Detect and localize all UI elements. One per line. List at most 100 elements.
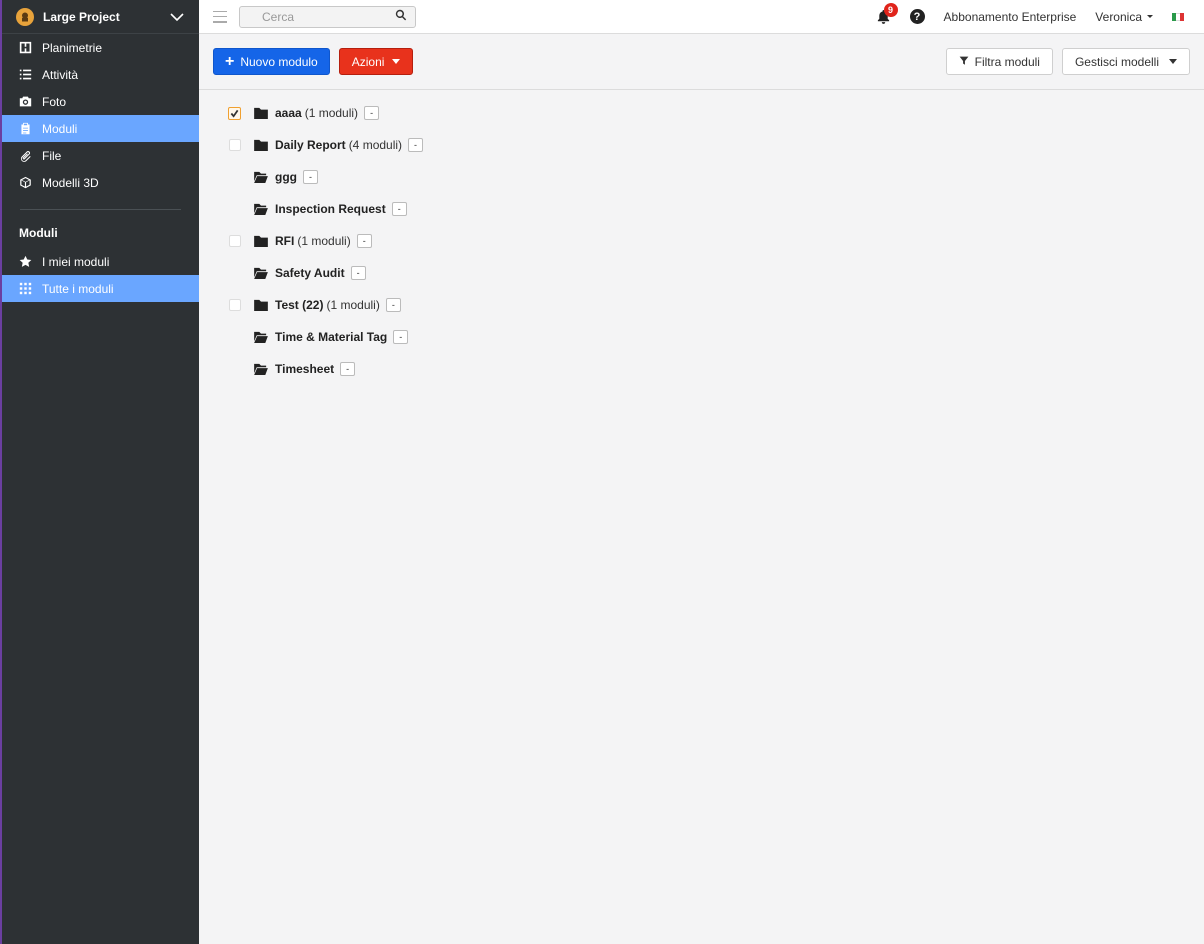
actions-label: Azioni: [351, 54, 385, 69]
floorplan-icon: [18, 41, 32, 55]
plus-icon: +: [225, 52, 235, 70]
folder-name[interactable]: Timesheet: [275, 362, 334, 376]
filter-label: Filtra moduli: [974, 54, 1040, 69]
list-icon: [18, 68, 32, 82]
camera-icon: [18, 95, 32, 109]
search-icon[interactable]: [395, 9, 407, 24]
folder-name[interactable]: Test (22): [275, 298, 323, 312]
folder-toggle-button[interactable]: -: [385, 298, 401, 312]
project-switcher[interactable]: Large Project: [2, 0, 199, 34]
folder-count: (1 moduli): [326, 298, 380, 312]
nav-item-label: Attività: [42, 67, 79, 82]
folder-toggle-button[interactable]: -: [408, 138, 424, 152]
user-menu[interactable]: Veronica: [1095, 10, 1153, 24]
folder-row[interactable]: Daily Report (4 moduli) -: [199, 129, 1204, 161]
caret-down-icon: [1169, 59, 1177, 64]
caret-down-icon: [392, 59, 401, 64]
folder-row[interactable]: Safety Audit -: [199, 257, 1204, 289]
project-logo-icon: [16, 7, 34, 26]
folder-name[interactable]: Time & Material Tag: [275, 330, 387, 344]
cube-icon: [18, 176, 32, 190]
folder-count: (1 moduli): [297, 234, 351, 248]
folder-row[interactable]: Timesheet -: [199, 353, 1204, 385]
nav-item-label: Modelli 3D: [42, 175, 99, 190]
sidebar-item-foto[interactable]: Foto: [2, 88, 199, 115]
sidebar-divider: [20, 209, 181, 210]
sidebar-item-file[interactable]: File: [2, 142, 199, 169]
folder-toggle-button[interactable]: -: [364, 106, 380, 120]
filter-modules-button[interactable]: Filtra moduli: [945, 48, 1053, 75]
folder-count: (1 moduli): [304, 106, 359, 120]
sidebar-item-moduli[interactable]: Moduli: [2, 115, 199, 142]
actions-dropdown-button[interactable]: Azioni: [338, 48, 414, 75]
grid-icon: [18, 282, 32, 296]
paperclip-icon: [18, 149, 32, 163]
sidebar-item-planimetrie[interactable]: Planimetrie: [2, 34, 199, 61]
nav-item-label: Planimetrie: [42, 40, 103, 55]
toolbar: + Nuovo modulo Azioni Filtra moduli Gest…: [199, 34, 1204, 90]
folder-name[interactable]: RFI: [275, 234, 294, 248]
section-nav: I miei moduli Tutte i moduli: [2, 248, 199, 302]
chevron-down-icon[interactable]: [169, 9, 185, 25]
folder-name[interactable]: aaaa: [275, 106, 302, 120]
search-input[interactable]: [262, 9, 395, 24]
toolbar-right: Filtra moduli Gestisci modelli: [937, 48, 1190, 75]
folder-toggle-button[interactable]: -: [303, 170, 318, 184]
folder-toggle-button[interactable]: -: [356, 234, 372, 248]
new-module-button[interactable]: + Nuovo modulo: [213, 48, 330, 75]
folder-row[interactable]: RFI (1 moduli) -: [199, 225, 1204, 257]
italy-flag-icon[interactable]: [1172, 12, 1184, 21]
subscription-link[interactable]: Abbonamento Enterprise: [944, 10, 1077, 24]
folder-row[interactable]: Inspection Request -: [199, 193, 1204, 225]
folder-count: (4 moduli): [348, 138, 403, 152]
folder-checkbox[interactable]: [229, 299, 241, 311]
folder-name[interactable]: Safety Audit: [275, 266, 345, 280]
folder-checkbox[interactable]: [229, 139, 241, 151]
folder-icon: [254, 107, 268, 119]
sidebar-item-modelli-3d[interactable]: Modelli 3D: [2, 169, 199, 196]
sidebar-item-i-miei-moduli[interactable]: I miei moduli: [2, 248, 199, 275]
module-folder-tree: aaaa (1 moduli) - Daily Report (4 moduli) - gg…: [199, 90, 1204, 385]
sidebar: Large Project Planimetrie Attività Foto Mod…: [0, 0, 199, 944]
folder-open-icon: [254, 171, 268, 183]
folder-open-icon: [254, 203, 268, 215]
help-icon[interactable]: ?: [909, 9, 925, 24]
folder-row[interactable]: Time & Material Tag -: [199, 321, 1204, 353]
caret-down-icon: [1147, 15, 1153, 18]
manage-templates-button[interactable]: Gestisci modelli: [1061, 48, 1190, 75]
topbar-right: 9 ? Abbonamento Enterprise Veronica: [876, 0, 1204, 33]
folder-toggle-button[interactable]: -: [340, 362, 356, 376]
folder-checkbox[interactable]: [228, 106, 241, 120]
hamburger-menu-icon[interactable]: [213, 10, 227, 23]
main-nav: Planimetrie Attività Foto Moduli File Modelli…: [2, 34, 199, 196]
folder-toggle-button[interactable]: -: [393, 330, 409, 344]
folder-row[interactable]: ggg -: [199, 161, 1204, 193]
topbar: 9 ? Abbonamento Enterprise Veronica: [199, 0, 1204, 34]
folder-name[interactable]: ggg: [275, 170, 297, 184]
nav-item-label: Tutte i moduli: [42, 281, 114, 296]
nav-item-label: Foto: [42, 94, 67, 109]
folder-row[interactable]: Test (22) (1 moduli) -: [199, 289, 1204, 321]
folder-icon: [254, 235, 268, 247]
clipboard-icon: [18, 122, 32, 136]
section-title: Moduli: [19, 226, 58, 240]
sidebar-item-attivit-[interactable]: Attività: [2, 61, 199, 88]
nav-item-label: Moduli: [42, 121, 78, 136]
nav-item-label: I miei moduli: [42, 254, 110, 269]
folder-toggle-button[interactable]: -: [391, 202, 407, 216]
notification-badge: 9: [883, 2, 898, 17]
manage-label: Gestisci modelli: [1074, 54, 1159, 69]
folder-row[interactable]: aaaa (1 moduli) -: [199, 97, 1204, 129]
folder-name[interactable]: Inspection Request: [275, 202, 386, 216]
sidebar-item-tutte-i-moduli[interactable]: Tutte i moduli: [2, 275, 199, 302]
project-name: Large Project: [43, 9, 120, 24]
folder-name[interactable]: Daily Report: [275, 138, 346, 152]
folder-checkbox[interactable]: [229, 235, 241, 247]
folder-open-icon: [254, 363, 268, 375]
folder-toggle-button[interactable]: -: [350, 266, 366, 280]
notifications-button[interactable]: 9: [876, 2, 898, 25]
star-icon: [18, 255, 32, 269]
filter-icon: [959, 55, 975, 69]
search-box[interactable]: [239, 5, 416, 28]
folder-icon: [254, 299, 268, 311]
